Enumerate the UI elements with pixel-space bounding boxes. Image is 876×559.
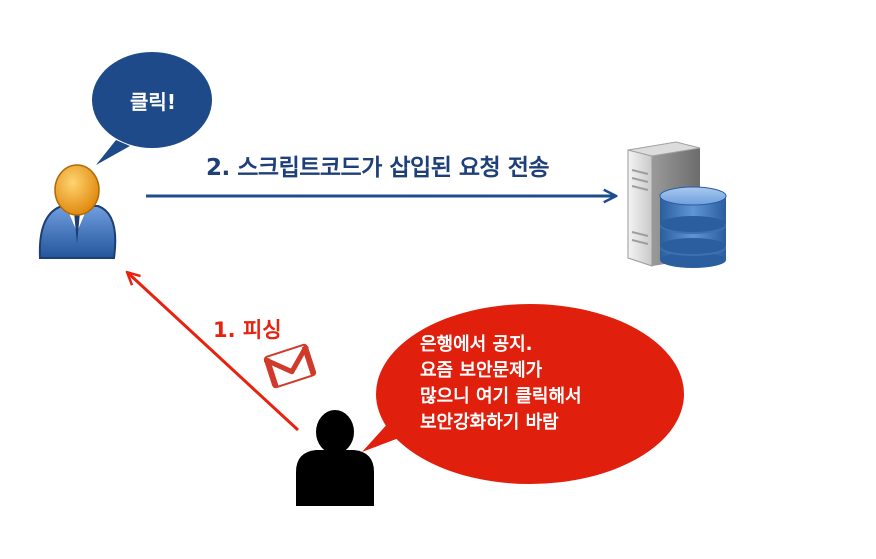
attacker-message: 은행에서 공지. 요즘 보안문제가 많으니 여기 클릭해서 보안강화하기 바람 (420, 332, 640, 436)
attacker-message-line: 요즘 보안문제가 (420, 360, 543, 381)
server-database-icon (627, 141, 727, 268)
phishing-arrow (128, 273, 300, 432)
attacker-silhouette-icon (296, 410, 374, 506)
attacker-message-line: 보안강화하기 바람 (420, 412, 559, 433)
xss-diagram (38, 52, 727, 506)
user-icon (38, 164, 117, 259)
request-arrow-label: 2. 스크립트코드가 삽입된 요청 전송 (206, 155, 550, 181)
gmail-icon (263, 343, 317, 389)
attacker-message-line: 많으니 여기 클릭해서 (420, 386, 582, 407)
attacker-message-line: 은행에서 공지. (420, 334, 533, 355)
phishing-arrow-label: 1. 피싱 (213, 318, 282, 342)
click-bubble-text: 클릭! (130, 90, 176, 114)
